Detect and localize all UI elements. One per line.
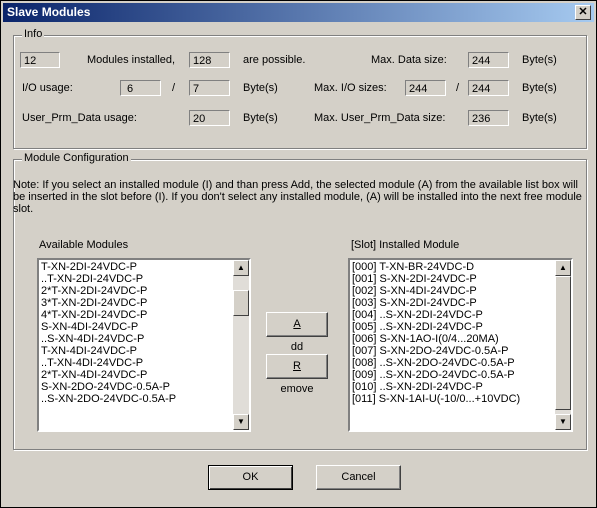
max-prm-label: Max. User_Prm_Data size: bbox=[314, 112, 446, 124]
list-item[interactable]: 2*T-XN-4DI-24VDC-P bbox=[41, 369, 231, 381]
remove-label-rest: emove bbox=[280, 383, 314, 395]
available-modules-list[interactable]: T-XN-2DI-24VDC-P ..T-XN-2DI-24VDC-P 2*T-XN… bbox=[37, 258, 251, 432]
available-modules-label: Available Modules bbox=[39, 239, 129, 251]
list-item[interactable]: [006] S-XN-1AO-I(0/4...20MA) bbox=[352, 333, 553, 345]
list-item[interactable]: ..S-XN-4DI-24VDC-P bbox=[41, 333, 231, 345]
prm-usage-unit: Byte(s) bbox=[243, 112, 278, 124]
list-item[interactable]: 2*T-XN-2DI-24VDC-P bbox=[41, 285, 231, 297]
info-legend: Info bbox=[22, 28, 45, 40]
max-data-field: 244 bbox=[468, 52, 509, 68]
list-item[interactable]: ..T-XN-4DI-24VDC-P bbox=[41, 357, 231, 369]
list-item[interactable]: S-XN-4DI-24VDC-P bbox=[41, 321, 231, 333]
modules-installed-label: Modules installed, bbox=[87, 54, 176, 66]
io-usage-in-field: 6 bbox=[120, 80, 161, 96]
slave-modules-dialog: Slave Modules ✕ Info 12 Modules installe… bbox=[0, 0, 597, 508]
modules-installed-field: 12 bbox=[20, 52, 60, 68]
io-usage-out-field: 7 bbox=[189, 80, 230, 96]
list-item[interactable]: 4*T-XN-2DI-24VDC-P bbox=[41, 309, 231, 321]
possible-label: are possible. bbox=[243, 54, 306, 66]
io-usage-label: I/O usage: bbox=[22, 82, 73, 94]
list-item[interactable]: T-XN-4DI-24VDC-P bbox=[41, 345, 231, 357]
ok-button[interactable]: OK bbox=[208, 465, 293, 490]
available-scrollbar[interactable]: ▲ ▼ bbox=[233, 260, 249, 430]
max-prm-unit: Byte(s) bbox=[522, 112, 557, 124]
list-item[interactable]: [002] S-XN-4DI-24VDC-P bbox=[352, 285, 553, 297]
remove-button[interactable]: Remove bbox=[266, 354, 328, 395]
scroll-up-icon[interactable]: ▲ bbox=[233, 260, 249, 276]
max-io-in-field: 244 bbox=[405, 80, 446, 96]
remove-hotkey: R bbox=[293, 360, 301, 372]
list-item[interactable]: [011] S-XN-1AI-U(-10/0...+10VDC) bbox=[352, 393, 553, 405]
scroll-up-icon[interactable]: ▲ bbox=[555, 260, 571, 276]
title-bar[interactable]: Slave Modules ✕ bbox=[3, 3, 594, 22]
list-item[interactable]: [003] S-XN-2DI-24VDC-P bbox=[352, 297, 553, 309]
max-io-slash: / bbox=[456, 82, 460, 94]
list-item[interactable]: ..S-XN-2DO-24VDC-0.5A-P bbox=[41, 393, 231, 405]
list-item[interactable]: ..T-XN-2DI-24VDC-P bbox=[41, 273, 231, 285]
list-item[interactable]: T-XN-2DI-24VDC-P bbox=[41, 261, 231, 273]
add-hotkey: A bbox=[293, 318, 301, 330]
list-item[interactable]: [004] ..S-XN-2DI-24VDC-P bbox=[352, 309, 553, 321]
list-item[interactable]: [005] ..S-XN-2DI-24VDC-P bbox=[352, 321, 553, 333]
available-items: T-XN-2DI-24VDC-P ..T-XN-2DI-24VDC-P 2*T-XN… bbox=[41, 261, 231, 405]
max-io-out-field: 244 bbox=[468, 80, 509, 96]
config-note: Note: If you select an installed module … bbox=[13, 179, 582, 215]
list-item[interactable]: [001] S-XN-2DI-24VDC-P bbox=[352, 273, 553, 285]
max-data-label: Max. Data size: bbox=[371, 54, 447, 66]
installed-modules-list[interactable]: [000] T-XN-BR-24VDC-D [001] S-XN-2DI-24VD… bbox=[348, 258, 573, 432]
max-io-unit: Byte(s) bbox=[522, 82, 557, 94]
io-slash: / bbox=[172, 82, 176, 94]
list-item[interactable]: S-XN-2DO-24VDC-0.5A-P bbox=[41, 381, 231, 393]
list-item[interactable]: [007] S-XN-2DO-24VDC-0.5A-P bbox=[352, 345, 553, 357]
list-item[interactable]: [000] T-XN-BR-24VDC-D bbox=[352, 261, 553, 273]
io-usage-unit: Byte(s) bbox=[243, 82, 278, 94]
close-icon[interactable]: ✕ bbox=[575, 5, 591, 20]
scroll-thumb[interactable] bbox=[555, 276, 571, 410]
list-item[interactable]: 3*T-XN-2DI-24VDC-P bbox=[41, 297, 231, 309]
prm-usage-label: User_Prm_Data usage: bbox=[22, 112, 137, 124]
module-config-legend: Module Configuration bbox=[22, 152, 131, 164]
cancel-button[interactable]: Cancel bbox=[316, 465, 401, 490]
installed-modules-label: [Slot] Installed Module bbox=[351, 239, 460, 251]
list-item[interactable]: [009] ..S-XN-2DO-24VDC-0.5A-P bbox=[352, 369, 553, 381]
prm-usage-field: 20 bbox=[189, 110, 230, 126]
installed-items: [000] T-XN-BR-24VDC-D [001] S-XN-2DI-24VD… bbox=[352, 261, 553, 405]
possible-count-field: 128 bbox=[189, 52, 230, 68]
installed-scrollbar[interactable]: ▲ ▼ bbox=[555, 260, 571, 430]
scroll-down-icon[interactable]: ▼ bbox=[555, 414, 571, 430]
scroll-thumb[interactable] bbox=[233, 290, 249, 316]
max-prm-field: 236 bbox=[468, 110, 509, 126]
window-title: Slave Modules bbox=[7, 5, 91, 19]
add-button[interactable]: Add bbox=[266, 312, 328, 353]
list-item[interactable]: [008] ..S-XN-2DO-24VDC-0.5A-P bbox=[352, 357, 553, 369]
scroll-down-icon[interactable]: ▼ bbox=[233, 414, 249, 430]
max-data-unit: Byte(s) bbox=[522, 54, 557, 66]
list-item[interactable]: [010] ..S-XN-2DI-24VDC-P bbox=[352, 381, 553, 393]
max-io-label: Max. I/O sizes: bbox=[314, 82, 387, 94]
